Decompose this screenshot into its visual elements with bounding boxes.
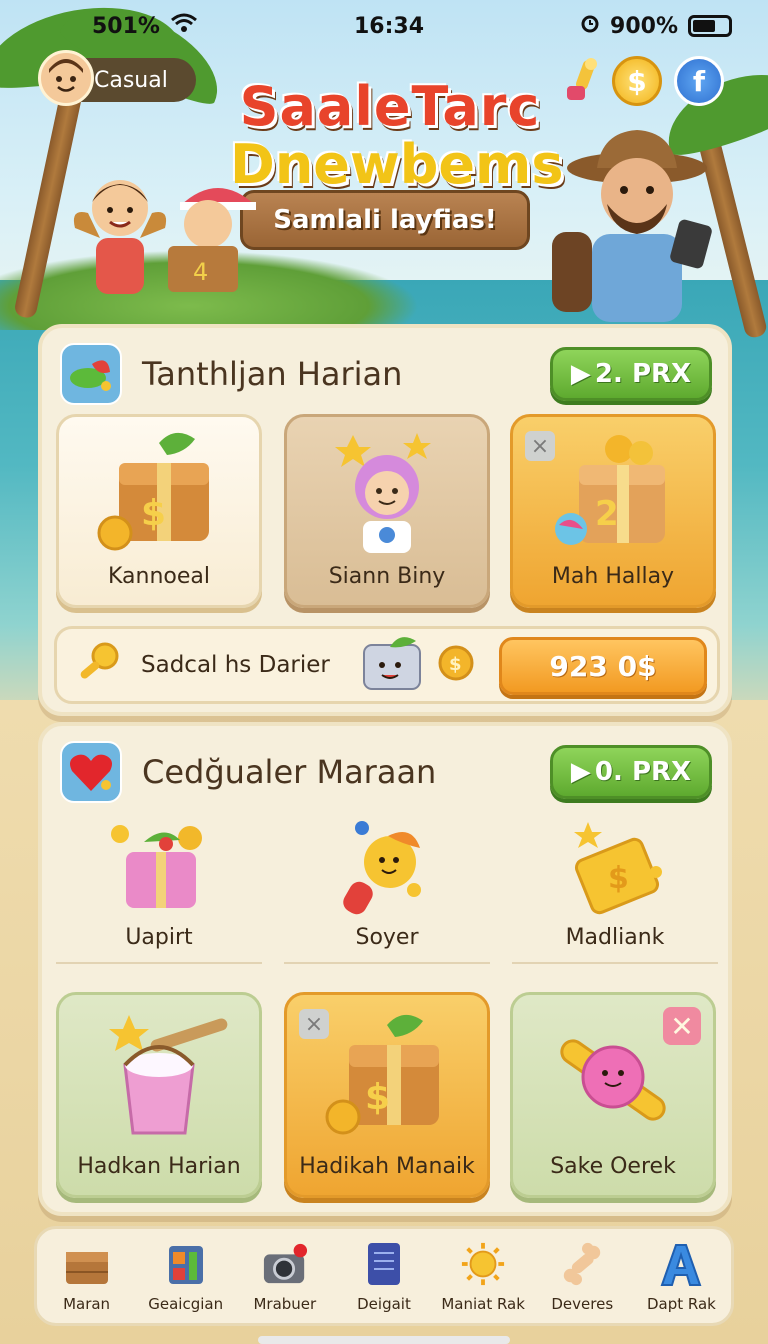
profile-chip[interactable]: Casual xyxy=(38,50,196,106)
girl-avatar-icon xyxy=(317,429,457,561)
daily-panel-title: Tanthljan Harian xyxy=(142,355,403,393)
logo-banner: Samlali layfias! xyxy=(240,190,530,250)
play-arrow-icon: ▶ xyxy=(570,757,591,787)
collection-item-1-label: Uapirt xyxy=(125,925,193,950)
signal-text: 501% xyxy=(92,13,160,39)
battery-percent: 900% xyxy=(610,13,678,39)
rocket-toy-icon xyxy=(332,818,442,924)
nav-label-deigait: Deigait xyxy=(357,1295,411,1313)
treasure-box-icon: 2 xyxy=(543,429,683,561)
coin-icon[interactable]: $ xyxy=(612,56,662,106)
bone-icon xyxy=(559,1241,605,1287)
collection-card-2[interactable]: × $ Hadikah Manaik xyxy=(284,992,490,1198)
girl-character: 4 xyxy=(168,176,268,296)
gift-box-icon: $ xyxy=(89,429,229,561)
facebook-icon[interactable]: f xyxy=(674,56,724,106)
leaf-icon xyxy=(60,343,122,405)
reward-card-3-label: Mah Hallay xyxy=(551,564,675,589)
book-icon xyxy=(361,1241,407,1287)
nav-item-maniat-rak[interactable]: Maniat Rak xyxy=(435,1241,531,1313)
play-arrow-icon: ▶ xyxy=(570,359,591,389)
torch-icon[interactable] xyxy=(556,56,606,106)
boy-character xyxy=(70,168,170,298)
svg-text:4: 4 xyxy=(193,258,208,286)
camera-icon xyxy=(262,1241,308,1287)
reward-card-1-label: Kannoeal xyxy=(108,564,210,589)
alarm-icon xyxy=(580,13,600,39)
pink-gift-icon xyxy=(104,818,214,924)
collection-item-3[interactable]: $ Madliank xyxy=(512,814,718,964)
collection-panel-header: Cedğualer Maraan ▶ 0. PRX xyxy=(60,740,712,804)
wifi-icon xyxy=(170,12,198,40)
nav-label-mrabuer: Mrabuer xyxy=(253,1295,317,1313)
coin-small-icon: $ xyxy=(436,643,476,687)
profile-name: Casual xyxy=(94,67,168,93)
logo-line-1: SaaleTarc xyxy=(239,75,541,138)
collection-card-1[interactable]: Hadkan Harian xyxy=(56,992,262,1198)
collection-card-1-label: Hadkan Harian xyxy=(77,1154,241,1179)
nav-label-geaicgian: Geaicgian xyxy=(148,1295,224,1313)
nav-label-deveres: Deveres xyxy=(551,1295,614,1313)
nav-item-maran[interactable]: Maran xyxy=(39,1241,135,1313)
collection-card-2-label: Hadikah Manaik xyxy=(299,1154,475,1179)
logo-line-2: Dnewbems xyxy=(230,133,564,196)
reward-card-2[interactable]: Siann Biny xyxy=(284,414,490,608)
letter-a-icon xyxy=(658,1241,704,1287)
daily-panel-header: Tanthljan Harian ▶ 2. PRX xyxy=(60,342,712,406)
buy-price-button[interactable]: 923 0$ xyxy=(499,637,707,695)
gift-box-icon: $ xyxy=(317,1009,457,1145)
shop-row[interactable]: Sadcal hs Darier $ 923 0$ xyxy=(54,626,720,704)
nav-item-deigait[interactable]: Deigait xyxy=(336,1241,432,1313)
magnifier-icon xyxy=(75,640,125,690)
svg-text:2: 2 xyxy=(595,494,619,534)
shop-row-label: Sadcal hs Darier xyxy=(141,652,330,678)
nav-label-dapt-rak: Dapt Rak xyxy=(646,1295,716,1313)
nav-item-mrabuer[interactable]: Mrabuer xyxy=(237,1241,333,1313)
collection-item-3-label: Madliank xyxy=(565,925,665,950)
toaster-mascot-icon xyxy=(360,635,426,695)
svg-text:$: $ xyxy=(608,861,629,896)
avatar xyxy=(38,50,94,106)
heart-icon xyxy=(60,741,122,803)
collection-item-1[interactable]: Uapirt xyxy=(56,814,262,964)
explorer-character xyxy=(552,122,722,322)
game-logo: SaaleTarc Dnewbems xyxy=(230,75,564,196)
svg-text:$: $ xyxy=(365,1077,390,1118)
daily-prx-label: 2. PRX xyxy=(594,359,692,389)
crate-icon xyxy=(64,1241,110,1287)
lollipop-toy-icon xyxy=(543,1015,683,1141)
reward-card-1[interactable]: $ Kannoeal xyxy=(56,414,262,608)
collection-item-2-label: Soyer xyxy=(355,925,419,950)
collection-panel-title: Cedğualer Maraan xyxy=(142,753,437,791)
tools-icon xyxy=(163,1241,209,1287)
bottom-nav: Maran Geaicgian Mrabuer Deigait Maniat R… xyxy=(34,1226,734,1326)
paint-bucket-icon xyxy=(89,1009,229,1145)
collection-prx-label: 0. PRX xyxy=(594,757,692,787)
gold-bar-icon: $ xyxy=(560,818,670,924)
daily-panel: Tanthljan Harian ▶ 2. PRX $ Kannoeal Sia… xyxy=(38,324,732,716)
collection-card-3[interactable]: ✕ Sake Oerek xyxy=(510,992,716,1198)
nav-label-maran: Maran xyxy=(63,1295,111,1313)
collection-prx-button[interactable]: ▶ 0. PRX xyxy=(550,745,712,799)
nav-item-geaicgian[interactable]: Geaicgian xyxy=(138,1241,234,1313)
daily-prx-button[interactable]: ▶ 2. PRX xyxy=(550,347,712,401)
svg-text:$: $ xyxy=(141,493,166,534)
status-bar: 501% 16:34 900% xyxy=(0,0,768,52)
collection-card-3-label: Sake Oerek xyxy=(550,1154,676,1179)
reward-card-3[interactable]: × 2 Mah Hallay xyxy=(510,414,716,608)
nav-label-maniat-rak: Maniat Rak xyxy=(441,1295,525,1313)
battery-icon xyxy=(688,15,732,37)
collection-item-2[interactable]: Soyer xyxy=(284,814,490,964)
nav-item-dapt-rak[interactable]: Dapt Rak xyxy=(633,1241,729,1313)
sun-icon xyxy=(460,1241,506,1287)
svg-text:$: $ xyxy=(449,654,462,675)
collection-panel: Cedğualer Maraan ▶ 0. PRX Uapirt Soyer $… xyxy=(38,722,732,1216)
nav-item-deveres[interactable]: Deveres xyxy=(534,1241,630,1313)
clock: 16:34 xyxy=(353,13,425,39)
home-indicator[interactable] xyxy=(258,1336,510,1344)
reward-card-2-label: Siann Biny xyxy=(328,564,446,589)
